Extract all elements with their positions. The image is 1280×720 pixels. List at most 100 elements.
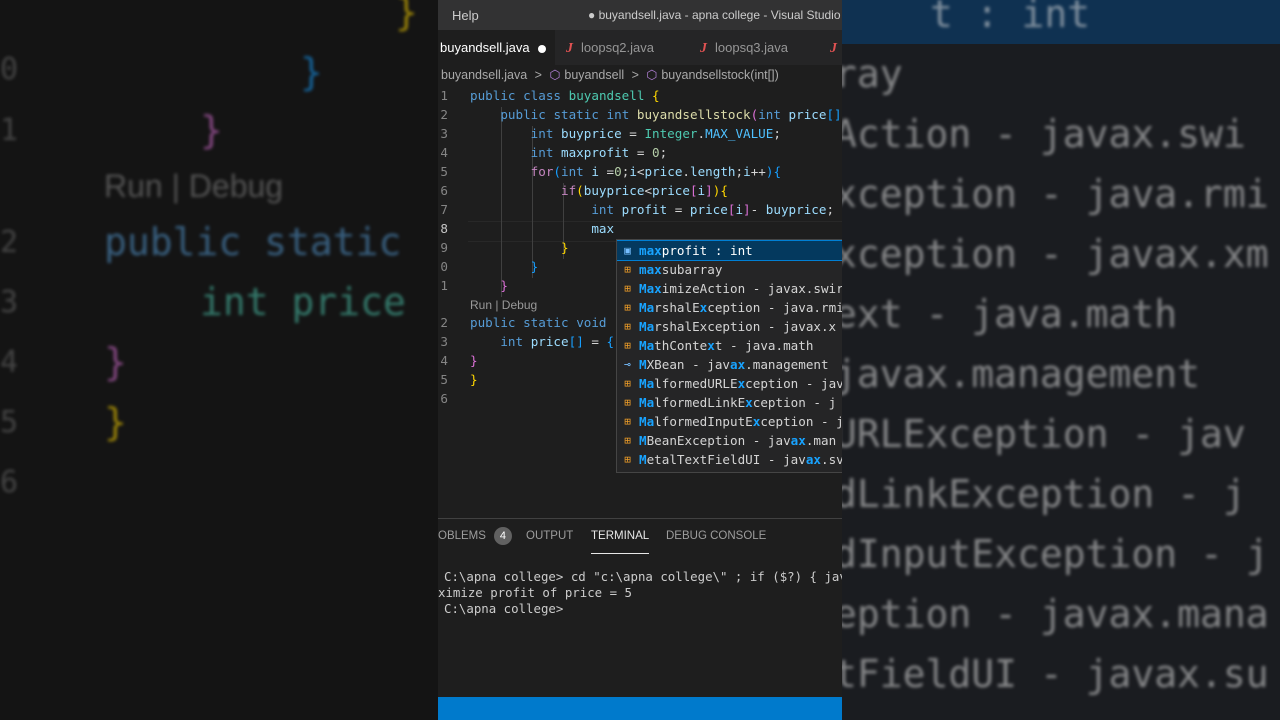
suggestion-rest: XBean - jav <box>646 357 730 372</box>
terminal-line: C:\apna college> cd "c:\apna college\" ;… <box>444 569 842 584</box>
suggestion-match: Ma <box>639 376 655 391</box>
suggestion-match: x <box>745 395 753 410</box>
bottom-panel: OBLEMS 4 OUTPUT TERMINAL DEBUG CONSOLE C:… <box>438 518 842 698</box>
editor-tabs: buyandsell.java Jloopsq2.java Jloopsq3.j… <box>438 30 842 65</box>
codelens-run-debug[interactable]: Run | Debug <box>470 298 537 312</box>
bg-line-number: 5 <box>0 405 19 440</box>
tab-buyandsell[interactable]: buyandsell.java <box>438 30 555 65</box>
suggestion-rest: ception - j <box>760 414 842 429</box>
class-icon: ⊞ <box>624 434 631 447</box>
suggestion-item[interactable]: ⊞ MBeanException - javax.man <box>617 431 842 450</box>
background-zoom-right: t : int ray Action - javax.swi xception … <box>842 0 1280 720</box>
field-icon: ▣ <box>624 244 631 257</box>
java-file-icon: J <box>700 41 707 56</box>
code-line: public static void <box>470 315 607 330</box>
class-icon: ⊞ <box>624 453 631 466</box>
tab-debug-console[interactable]: DEBUG CONSOLE <box>666 530 766 542</box>
tab-loopsq3[interactable]: Jloopsq3.java <box>700 30 788 65</box>
code-line: public static int buyandsellstock(int pr… <box>500 107 842 122</box>
line-number: 1 <box>440 88 448 103</box>
code-line-current: max <box>470 221 614 236</box>
tab-label: loopsq3.java <box>715 40 788 55</box>
suggestion-item[interactable]: ⊸ MXBean - javax.management <box>617 355 842 374</box>
suggestion-rest: rshalException - javax.x <box>654 319 837 334</box>
tab-loopsq2[interactable]: Jloopsq2.java <box>566 30 654 65</box>
suggestion-rest: .management <box>745 357 829 372</box>
suggestion-rest: .man <box>805 433 837 448</box>
suggestion-item[interactable]: ⊞ MarshalException - javax.x <box>617 317 842 336</box>
suggestion-item[interactable]: ⊞ MathContext - java.math <box>617 336 842 355</box>
class-icon: ⊞ <box>624 396 631 409</box>
bg-code: public static <box>104 220 402 264</box>
line-number: 4 <box>440 145 448 160</box>
bg-line-number: 1 <box>0 113 19 148</box>
bg-suggest-line: t : int <box>930 0 1091 36</box>
bg-suggest-line: xception - javax.xm <box>842 232 1269 276</box>
tab-problems[interactable]: OBLEMS 4 <box>438 527 512 545</box>
tab-label: loopsq2.java <box>581 40 654 55</box>
tab-label: buyandsell.java <box>440 40 530 55</box>
suggestion-match: Ma <box>639 414 655 429</box>
java-file-icon: J <box>566 41 573 56</box>
breadcrumb-method[interactable]: buyandsellstock(int[]) <box>661 68 778 82</box>
problems-count-badge: 4 <box>493 527 512 545</box>
code-line: } <box>500 278 508 293</box>
suggestion-rest: subarray <box>661 262 723 277</box>
bg-brace: } <box>104 400 127 444</box>
menu-help[interactable]: Help <box>452 8 479 23</box>
suggestion-item[interactable]: ⊞ MalformedURLException - jav <box>617 374 842 393</box>
modified-dot-icon[interactable] <box>537 44 546 53</box>
bg-suggest-line: tFieldUI - javax.su <box>842 652 1269 696</box>
suggestion-match: Ma <box>639 319 655 334</box>
suggestion-rest: ception - java.rmi <box>707 300 842 315</box>
chevron-right-icon: > <box>534 68 542 82</box>
line-number: 6 <box>440 391 448 406</box>
bg-code: int price <box>200 280 406 324</box>
suggestion-match: x <box>707 338 715 353</box>
suggestion-match: Max <box>639 281 662 296</box>
background-zoom-left: } } } Run | Debug public static int pric… <box>0 0 438 720</box>
suggestion-match: max <box>639 243 662 258</box>
bg-line-number: 6 <box>0 465 19 500</box>
suggestion-item[interactable]: ⊞ MaximizeAction - javax.swir <box>617 279 842 298</box>
suggestion-rest: etalTextFieldUI - jav <box>646 452 806 467</box>
class-icon: ⊞ <box>624 339 631 352</box>
code-line: int buyprice = Integer.MAX_VALUE; <box>530 126 781 141</box>
tab-overflow[interactable]: J <box>830 30 842 65</box>
line-number: 3 <box>440 126 448 141</box>
code-editor[interactable]: 1 2 3 4 5 6 7 8 9 0 1 2 3 4 5 6 public c… <box>438 88 842 508</box>
java-file-icon: J <box>830 41 837 56</box>
suggestion-item[interactable]: ⊞ MalformedLinkException - j <box>617 393 842 412</box>
suggestion-item[interactable]: ⊞ MetalTextFieldUI - javax.sv <box>617 450 842 469</box>
title-bar: Help ● buyandsell.java - apna college - … <box>438 0 842 30</box>
bg-suggest-line: xception - java.rmi <box>842 172 1269 216</box>
suggestion-rest: thConte <box>654 338 708 353</box>
suggestion-item[interactable]: ⊞ MalformedInputException - j <box>617 412 842 431</box>
breadcrumb-file[interactable]: buyandsell.java <box>441 68 527 82</box>
tab-output[interactable]: OUTPUT <box>526 530 573 542</box>
tab-terminal[interactable]: TERMINAL <box>591 530 650 554</box>
breadcrumb-class[interactable]: buyandsell <box>564 68 624 82</box>
line-number: 2 <box>440 107 448 122</box>
suggestion-rest: lformedLinkE <box>654 395 746 410</box>
suggestion-rest: BeanException - jav <box>646 433 791 448</box>
suggestion-item[interactable]: ▣ maxprofit : int <box>617 240 842 261</box>
bg-suggest-line: eption - javax.mana <box>842 592 1269 636</box>
suggestion-match: Ma <box>639 300 655 315</box>
terminal-prompt[interactable]: C:\apna college> <box>444 601 571 616</box>
class-icon: ⊞ <box>624 415 631 428</box>
bg-suggest-line: dInputException - j <box>842 532 1269 576</box>
bg-brace: } <box>300 50 323 94</box>
line-number: 6 <box>440 183 448 198</box>
suggestion-item[interactable]: ⊞ MarshalException - java.rmi <box>617 298 842 317</box>
bg-brace: } <box>395 0 418 34</box>
suggestion-match: Ma <box>639 338 655 353</box>
code-line: int profit = price[i]- buyprice; <box>591 202 835 217</box>
suggestion-rest: .sv <box>821 452 842 467</box>
line-number: 5 <box>440 164 448 179</box>
line-number: 3 <box>440 334 448 349</box>
bg-suggest-line: ray <box>842 52 903 96</box>
bg-codelens: Run | Debug <box>104 168 284 204</box>
suggestion-item[interactable]: ⊞ maxsubarray <box>617 260 842 279</box>
line-number: 5 <box>440 372 448 387</box>
